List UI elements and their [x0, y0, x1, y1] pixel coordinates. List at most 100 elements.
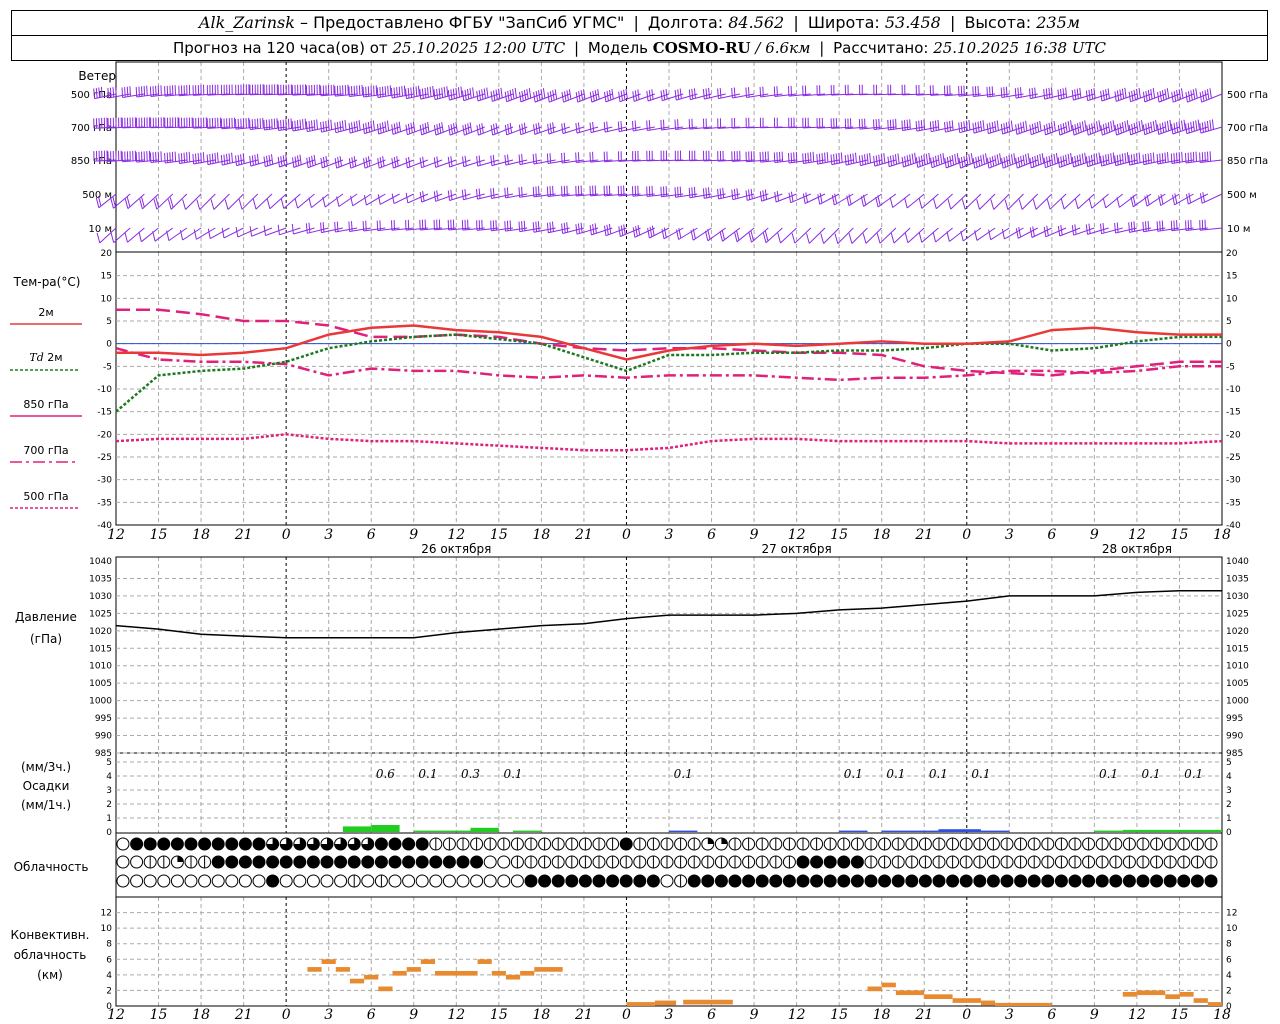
precip-value-label: 0.1	[418, 767, 437, 781]
pressure-tick-label-right: 1020	[1226, 627, 1249, 637]
temp-tick-label: -10	[97, 385, 112, 395]
cloud-symbol	[633, 837, 647, 851]
wind-barb	[391, 121, 414, 135]
pressure-tick-label: 1020	[89, 627, 112, 637]
cloud-symbol	[1177, 837, 1191, 851]
wind-barb	[433, 122, 457, 136]
wind-barb	[490, 220, 514, 232]
temp-tick-label-right: 15	[1226, 272, 1237, 282]
temp-tick-label-right: -5	[1226, 362, 1235, 372]
cloud-symbol	[687, 874, 701, 888]
hour-tick-label: 0	[622, 527, 631, 543]
conv-bar	[406, 967, 421, 972]
cloud-symbol	[796, 837, 810, 851]
hour-tick-label: 21	[234, 527, 253, 543]
conv-tick-label: 6	[106, 955, 112, 965]
cloud-symbol	[361, 837, 375, 851]
cloud-symbol	[878, 855, 892, 869]
wind-level-label: 10 м	[89, 224, 112, 235]
hour-tick-label-bottom: 21	[574, 1007, 593, 1023]
precip-bar	[839, 830, 868, 832]
cloud-symbol	[918, 855, 932, 869]
cloud-symbol	[170, 855, 184, 869]
cloud-symbol	[293, 855, 307, 869]
wind-barb	[277, 84, 301, 96]
wind-barb	[210, 193, 230, 210]
conv-bar	[378, 986, 393, 992]
wind-barb	[546, 185, 570, 197]
wind-level-label: 850 гПа	[71, 156, 112, 167]
cloud-symbol	[633, 855, 647, 869]
cloud-symbol	[170, 874, 184, 888]
wind-barb	[519, 88, 542, 103]
temp-tick-label: -35	[97, 498, 112, 508]
wind-barb	[504, 87, 528, 103]
hour-tick-label: 18	[873, 527, 891, 543]
cloud-symbol	[266, 837, 280, 851]
hour-tick-label-bottom: 0	[962, 1007, 971, 1023]
cloud-symbol	[334, 855, 348, 869]
wind-barb	[1015, 153, 1038, 169]
cloud-symbol	[592, 855, 606, 869]
wind-barb	[717, 150, 740, 162]
cloud-symbol	[660, 837, 674, 851]
hour-tick-label-bottom: 9	[750, 1007, 759, 1023]
cloud-symbol	[905, 855, 919, 869]
cloud-symbol	[578, 874, 592, 888]
cloud-symbol	[402, 855, 416, 869]
cloud-symbol	[225, 855, 239, 869]
wind-barb	[774, 117, 797, 129]
cloud-symbol	[415, 874, 429, 888]
wind-barb	[1043, 153, 1067, 169]
cloud-symbol	[497, 837, 511, 851]
pressure-tick-label-right: 995	[1226, 714, 1243, 724]
cloud-symbol	[742, 874, 756, 888]
temp-tick-label: 20	[101, 249, 113, 259]
wind-barb	[376, 220, 400, 232]
wind-barb	[135, 85, 159, 98]
wind-barb	[848, 227, 868, 244]
wind-barb	[224, 193, 244, 210]
cloud-symbol	[415, 837, 429, 851]
cloud-symbol	[755, 837, 769, 851]
cloud-symbol	[1027, 837, 1041, 851]
conv-bar	[1193, 998, 1208, 1003]
temp-tick-label: 10	[101, 294, 113, 304]
wind-barb	[976, 193, 996, 210]
cloud-symbol	[1041, 837, 1055, 851]
conv-bar	[995, 1002, 1052, 1006]
wind-barb-row	[96, 219, 1223, 244]
cloud-symbol	[796, 874, 810, 888]
hour-tick-label: 21	[574, 527, 593, 543]
cloud-symbol	[891, 837, 905, 851]
cloud-symbol	[714, 874, 728, 888]
precip-bar	[881, 830, 939, 832]
wind-barb	[419, 122, 443, 136]
cloud-symbol	[932, 837, 946, 851]
cloud-symbol	[687, 855, 701, 869]
cloud-symbol	[1054, 855, 1068, 869]
hour-tick-label: 3	[1005, 527, 1014, 543]
cloud-symbol	[1014, 874, 1028, 888]
wind-barb	[1185, 88, 1208, 103]
date-label: 27 октября	[762, 542, 832, 556]
wind-barb	[1170, 220, 1194, 232]
conv-tick-label-right: 8	[1226, 940, 1232, 950]
cloud-symbol	[606, 837, 620, 851]
wind-barb	[802, 85, 826, 97]
hour-tick-label-bottom: 3	[665, 1007, 674, 1023]
cloud-symbol	[1000, 837, 1014, 851]
cloud-symbol	[347, 874, 361, 888]
wind-barb	[320, 155, 344, 169]
wind-barb	[844, 84, 868, 96]
cloud-symbol	[361, 855, 375, 869]
hour-tick-label: 0	[282, 527, 291, 543]
wind-barb	[1018, 193, 1039, 210]
wind-barb	[561, 222, 585, 234]
cloud-symbol	[374, 874, 388, 888]
hour-tick-label: 3	[665, 527, 674, 543]
cloud-symbol	[130, 874, 144, 888]
cloud-symbol	[1163, 837, 1177, 851]
precip-tick-label: 5	[106, 758, 112, 768]
precip-bar	[470, 827, 499, 832]
